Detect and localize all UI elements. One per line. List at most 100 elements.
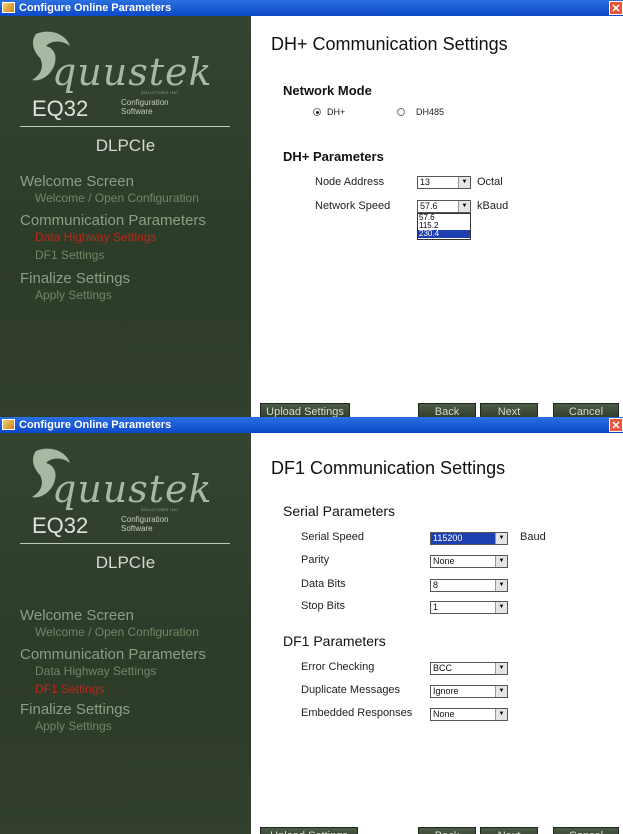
node-address-label: Node Address: [315, 176, 385, 188]
serial-speed-value: 115200: [433, 533, 463, 543]
embedded-responses-select[interactable]: None ▼: [430, 708, 508, 721]
config-label: Configuration: [121, 98, 169, 107]
nav-welcome-open[interactable]: Welcome / Open Configuration: [35, 625, 199, 639]
content-panel: DF1 Communication Settings Serial Parame…: [251, 433, 623, 834]
stop-bits-select[interactable]: 1 ▼: [430, 601, 508, 614]
radio-dh485-label: DH485: [416, 107, 445, 117]
error-checking-value: BCC: [433, 663, 453, 673]
window-title: Configure Online Parameters: [19, 2, 172, 14]
nav-welcome-screen[interactable]: Welcome Screen: [20, 173, 134, 190]
nav-communication-parameters[interactable]: Communication Parameters: [20, 646, 206, 663]
nav-communication-parameters[interactable]: Communication Parameters: [20, 212, 206, 229]
page-title: DH+ Communication Settings: [271, 34, 508, 54]
product-line-subtitle: Configuration Software: [121, 515, 169, 533]
chevron-down-icon[interactable]: ▼: [495, 709, 507, 720]
chevron-down-icon[interactable]: ▼: [495, 686, 507, 697]
radio-dh-plus-label: DH+: [327, 107, 346, 117]
software-label: Software: [121, 524, 153, 533]
nav-data-highway-settings[interactable]: Data Highway Settings: [35, 230, 156, 244]
product-name: DLPCIe: [95, 553, 156, 572]
logo-wordmark: quustek: [52, 50, 213, 94]
stop-bits-value: 1: [433, 602, 439, 612]
network-speed-dropdown-list[interactable]: 57.6 115.2 230.4: [417, 213, 471, 240]
data-bits-select[interactable]: 8 ▼: [430, 579, 508, 592]
close-button[interactable]: ✕: [609, 418, 623, 432]
nav-df1-settings[interactable]: DF1 Settings: [35, 682, 104, 696]
parity-value: None: [433, 556, 455, 566]
logo-tagline: SOLUTIONS INC: [141, 90, 179, 95]
network-speed-label: Network Speed: [315, 200, 391, 212]
upload-settings-button[interactable]: Upload Settings: [260, 827, 358, 834]
network-speed-select[interactable]: 57.6 ▼: [417, 200, 471, 213]
product-line-name: EQ32: [32, 96, 89, 121]
back-button[interactable]: Back: [418, 827, 476, 834]
software-label: Software: [121, 107, 153, 116]
speed-option-selected[interactable]: 230.4: [418, 230, 470, 238]
nav-apply-settings[interactable]: Apply Settings: [35, 288, 112, 302]
upload-settings-button[interactable]: Upload Settings: [260, 403, 350, 417]
radio-dh-plus[interactable]: [313, 108, 321, 116]
nav-apply-settings[interactable]: Apply Settings: [35, 719, 112, 733]
radio-dh485[interactable]: [397, 108, 405, 116]
app-icon: [2, 2, 15, 13]
sidebar: quustek SOLUTIONS INC EQ32 Configuration…: [0, 433, 251, 834]
config-label: Configuration: [121, 515, 169, 524]
chevron-down-icon[interactable]: ▼: [495, 663, 507, 674]
duplicate-messages-select[interactable]: Ignore ▼: [430, 685, 508, 698]
product-name: DLPCIe: [95, 136, 156, 155]
cancel-button[interactable]: Cancel: [553, 827, 619, 834]
df1-parameters-heading: DF1 Parameters: [283, 633, 386, 649]
sidebar: quustek SOLUTIONS INC EQ32 Configuration…: [0, 16, 251, 417]
network-mode-heading: Network Mode: [283, 83, 372, 98]
serial-speed-select[interactable]: 115200 ▼: [430, 532, 508, 545]
chevron-down-icon[interactable]: ▼: [495, 556, 507, 567]
embedded-responses-label: Embedded Responses: [301, 707, 413, 719]
product-line-name: EQ32: [32, 513, 89, 538]
next-button[interactable]: Next: [480, 827, 538, 834]
back-button[interactable]: Back: [418, 403, 476, 417]
serial-speed-unit: Baud: [520, 531, 546, 543]
title-bar[interactable]: Configure Online Parameters ✕: [0, 417, 623, 433]
data-bits-label: Data Bits: [301, 578, 346, 590]
window-title: Configure Online Parameters: [19, 419, 172, 431]
next-button[interactable]: Next: [480, 403, 538, 417]
network-speed-value: 57.6: [420, 201, 438, 211]
app-icon: [2, 419, 15, 430]
nav-df1-settings[interactable]: DF1 Settings: [35, 248, 104, 262]
chevron-down-icon[interactable]: ▼: [495, 533, 507, 544]
logo-wordmark: quustek: [52, 467, 213, 511]
chevron-down-icon[interactable]: ▼: [458, 177, 470, 188]
logo-tagline: SOLUTIONS INC: [141, 507, 179, 512]
title-bar[interactable]: Configure Online Parameters ✕: [0, 0, 623, 16]
node-address-unit: Octal: [477, 176, 503, 188]
chevron-down-icon[interactable]: ▼: [495, 602, 507, 613]
stop-bits-label: Stop Bits: [301, 600, 346, 612]
dh-parameters-heading: DH+ Parameters: [283, 149, 384, 164]
df1-settings-window: Configure Online Parameters ✕ quustek SO…: [0, 417, 623, 834]
nav-finalize-settings[interactable]: Finalize Settings: [20, 701, 130, 718]
duplicate-messages-value: Ignore: [433, 686, 459, 696]
data-bits-value: 8: [433, 580, 439, 590]
close-button[interactable]: ✕: [609, 1, 623, 15]
embedded-responses-value: None: [433, 709, 455, 719]
error-checking-label: Error Checking: [301, 661, 375, 673]
network-speed-unit: kBaud: [477, 200, 509, 212]
parity-select[interactable]: None ▼: [430, 555, 508, 568]
node-address-select[interactable]: 13 ▼: [417, 176, 471, 189]
dh-settings-window: Configure Online Parameters ✕ quustek SO…: [0, 0, 623, 417]
chevron-down-icon[interactable]: ▼: [495, 580, 507, 591]
page-title: DF1 Communication Settings: [271, 458, 506, 478]
serial-speed-label: Serial Speed: [301, 531, 364, 543]
nav-welcome-open[interactable]: Welcome / Open Configuration: [35, 191, 199, 205]
node-address-value: 13: [420, 177, 431, 187]
nav-welcome-screen[interactable]: Welcome Screen: [20, 607, 134, 624]
sidebar-divider: [20, 543, 230, 544]
error-checking-select[interactable]: BCC ▼: [430, 662, 508, 675]
content-panel: DH+ Communication Settings Network Mode …: [251, 16, 623, 417]
nav-finalize-settings[interactable]: Finalize Settings: [20, 270, 130, 287]
nav-data-highway-settings[interactable]: Data Highway Settings: [35, 664, 156, 678]
chevron-down-icon[interactable]: ▼: [458, 201, 470, 212]
cancel-button[interactable]: Cancel: [553, 403, 619, 417]
serial-parameters-heading: Serial Parameters: [283, 503, 396, 519]
duplicate-messages-label: Duplicate Messages: [301, 684, 401, 696]
